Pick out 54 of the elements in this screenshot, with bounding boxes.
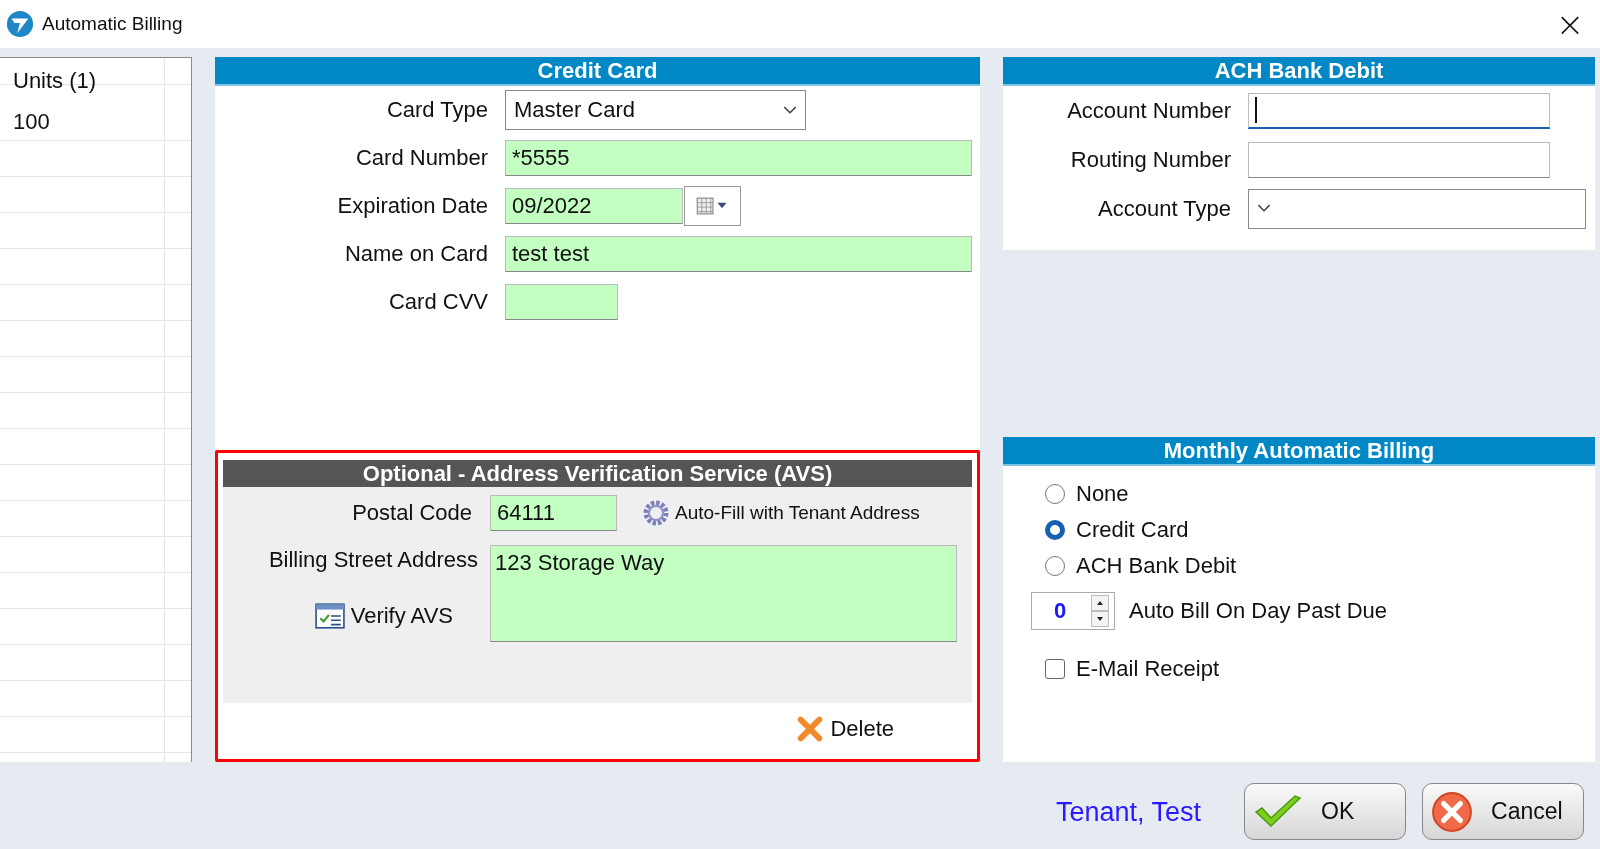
autofill-button[interactable]: Auto-Fill with Tenant Address (643, 500, 920, 526)
calendar-button[interactable] (684, 186, 741, 226)
delete-button[interactable]: Delete (796, 715, 894, 743)
street-address-field[interactable]: 123 Storage Way (490, 545, 957, 642)
input-field[interactable]: *5555 (505, 140, 972, 176)
checkbox-label: E-Mail Receipt (1076, 656, 1220, 682)
cancel-icon (1431, 790, 1473, 833)
field-label: Auto Bill On Day Past Due (1129, 598, 1387, 624)
gear-icon (643, 500, 669, 526)
field-label: Postal Code (351, 500, 472, 526)
field-label: Billing Street Address (268, 547, 478, 573)
column-header: Units (1) (12, 68, 97, 94)
field-label: Account Type (1097, 195, 1232, 222)
input-field[interactable]: test test (505, 236, 972, 272)
card-type-dropdown[interactable]: Master Card (505, 90, 806, 130)
field-label: Card CVV (387, 289, 489, 315)
panel-header: Credit Card (215, 57, 980, 86)
field-label: Name on Card (343, 241, 489, 267)
close-button[interactable]: × (1540, 2, 1600, 46)
verify-avs-button[interactable]: Verify AVS (314, 603, 453, 629)
field-label: Routing Number (1069, 146, 1232, 173)
x-icon (796, 715, 825, 743)
checklist-icon (314, 603, 345, 629)
field-label: Account Number (1066, 97, 1232, 124)
field-label: Card Type (385, 97, 489, 123)
spinner-arrows-icon (1090, 595, 1110, 627)
panel-header: Monthly Automatic Billing (1003, 437, 1595, 466)
radio-button[interactable] (1045, 484, 1065, 504)
input-field[interactable] (1248, 141, 1550, 178)
ok-button[interactable]: OK (1244, 783, 1406, 840)
app-logo-icon (6, 10, 34, 38)
field-label: Card Number (354, 145, 489, 171)
radio-button[interactable] (1045, 556, 1065, 576)
postal-code-field[interactable]: 64111 (490, 495, 617, 531)
checkbox[interactable] (1045, 659, 1065, 679)
radio-label: Credit Card (1076, 517, 1189, 543)
panel-header: ACH Bank Debit (1003, 57, 1595, 86)
checkmark-icon (1253, 793, 1304, 830)
input-field[interactable] (505, 284, 618, 320)
field-label: Expiration Date (336, 193, 489, 219)
chevron-down-icon (783, 105, 797, 115)
day-spinner[interactable]: 0 (1031, 592, 1115, 630)
window-title: Automatic Billing (42, 13, 183, 35)
tenant-name: Tenant, Test (1056, 797, 1203, 828)
radio-button[interactable] (1045, 520, 1065, 540)
list-item[interactable]: 100 (0, 109, 50, 135)
account-type-dropdown[interactable] (1248, 188, 1586, 229)
chevron-down-icon (1257, 204, 1271, 213)
date-field[interactable]: 09/2022 (505, 188, 683, 224)
input-field[interactable] (1248, 92, 1550, 129)
radio-label: None (1076, 481, 1129, 507)
panel-header: Optional - Address Verification Service (AVS) (223, 460, 972, 487)
cancel-button[interactable]: Cancel (1422, 783, 1584, 840)
radio-label: ACH Bank Debit (1076, 553, 1237, 579)
